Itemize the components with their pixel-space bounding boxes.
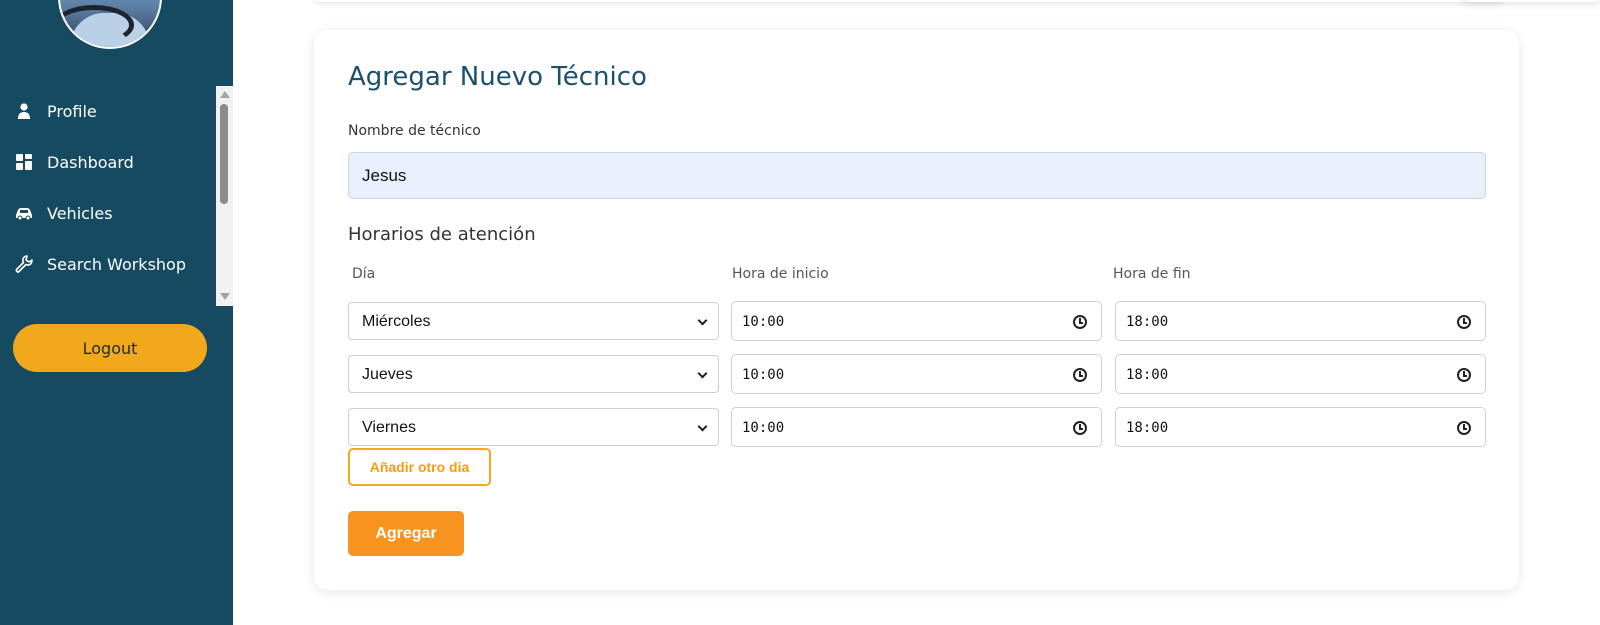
sidebar-item-vehicles[interactable]: Vehicles [0, 191, 218, 235]
clock-icon[interactable] [1073, 315, 1087, 329]
clock-icon[interactable] [1073, 421, 1087, 435]
end-time-value: 18:00 [1126, 314, 1169, 330]
schedule-section-title: Horarios de atención [348, 224, 536, 245]
clock-icon[interactable] [1457, 315, 1471, 329]
submit-button[interactable]: Agregar [348, 511, 464, 556]
chevron-down-icon [697, 315, 708, 326]
technician-name-input[interactable] [348, 152, 1486, 199]
day-select-value: Miércoles [362, 313, 431, 330]
wrench-icon [15, 255, 33, 273]
day-select[interactable]: Miércoles [348, 302, 719, 340]
sidebar-item-label: Vehicles [47, 203, 113, 223]
end-time-input[interactable]: 18:00 [1115, 301, 1486, 341]
clock-icon[interactable] [1457, 421, 1471, 435]
start-time-input[interactable]: 10:00 [731, 354, 1102, 394]
page-title: Agregar Nuevo Técnico [348, 62, 647, 92]
sidebar-nav: Profile Dashboard Vehicles Search Worksh… [0, 85, 218, 305]
chevron-down-icon [697, 421, 708, 432]
user-icon [18, 103, 30, 119]
day-select[interactable]: Viernes [348, 408, 719, 446]
start-time-input[interactable]: 10:00 [731, 301, 1102, 341]
end-time-value: 18:00 [1126, 420, 1169, 436]
start-time-value: 10:00 [742, 420, 785, 436]
sidebar-item-label: Profile [47, 101, 97, 121]
scroll-down-arrow-icon[interactable] [220, 293, 230, 300]
sidebar-item-dashboard[interactable]: Dashboard [0, 140, 218, 184]
schedule-row: Miércoles 10:00 18:00 [348, 301, 1486, 342]
end-time-input[interactable]: 18:00 [1115, 354, 1486, 394]
clock-icon[interactable] [1073, 368, 1087, 382]
logout-button[interactable]: Logout [13, 324, 207, 372]
sidebar: Profile Dashboard Vehicles Search Worksh… [0, 0, 233, 625]
avatar[interactable] [58, 0, 162, 49]
start-time-input[interactable]: 10:00 [731, 407, 1102, 447]
day-select-value: Jueves [362, 366, 413, 383]
sidebar-item-label: Search Workshop [47, 254, 186, 274]
top-header-edge [314, 0, 1504, 2]
grid-icon [16, 154, 32, 170]
day-select[interactable]: Jueves [348, 355, 719, 393]
technician-name-label: Nombre de técnico [348, 123, 481, 139]
scroll-up-arrow-icon[interactable] [220, 91, 230, 98]
add-day-button[interactable]: Añadir otro dia [348, 448, 491, 486]
start-time-value: 10:00 [742, 314, 785, 330]
schedule-row: Viernes 10:00 18:00 [348, 407, 1486, 448]
scrollbar-thumb[interactable] [220, 104, 228, 204]
sidebar-item-profile[interactable]: Profile [0, 89, 218, 133]
end-time-input[interactable]: 18:00 [1115, 407, 1486, 447]
top-right-panel-edge [1462, 0, 1600, 2]
schedule-row: Jueves 10:00 18:00 [348, 354, 1486, 395]
car-icon [16, 208, 32, 221]
start-time-value: 10:00 [742, 367, 785, 383]
sidebar-item-search-workshop[interactable]: Search Workshop [0, 242, 218, 286]
clock-icon[interactable] [1457, 368, 1471, 382]
chevron-down-icon [697, 368, 708, 379]
column-header-day: Día [352, 266, 376, 282]
sidebar-scrollbar[interactable] [216, 86, 233, 306]
sidebar-item-label: Dashboard [47, 152, 134, 172]
end-time-value: 18:00 [1126, 367, 1169, 383]
column-header-start: Hora de inicio [732, 266, 829, 282]
column-header-end: Hora de fin [1113, 266, 1191, 282]
day-select-value: Viernes [362, 419, 416, 436]
add-technician-card: Agregar Nuevo Técnico Nombre de técnico … [314, 30, 1519, 590]
